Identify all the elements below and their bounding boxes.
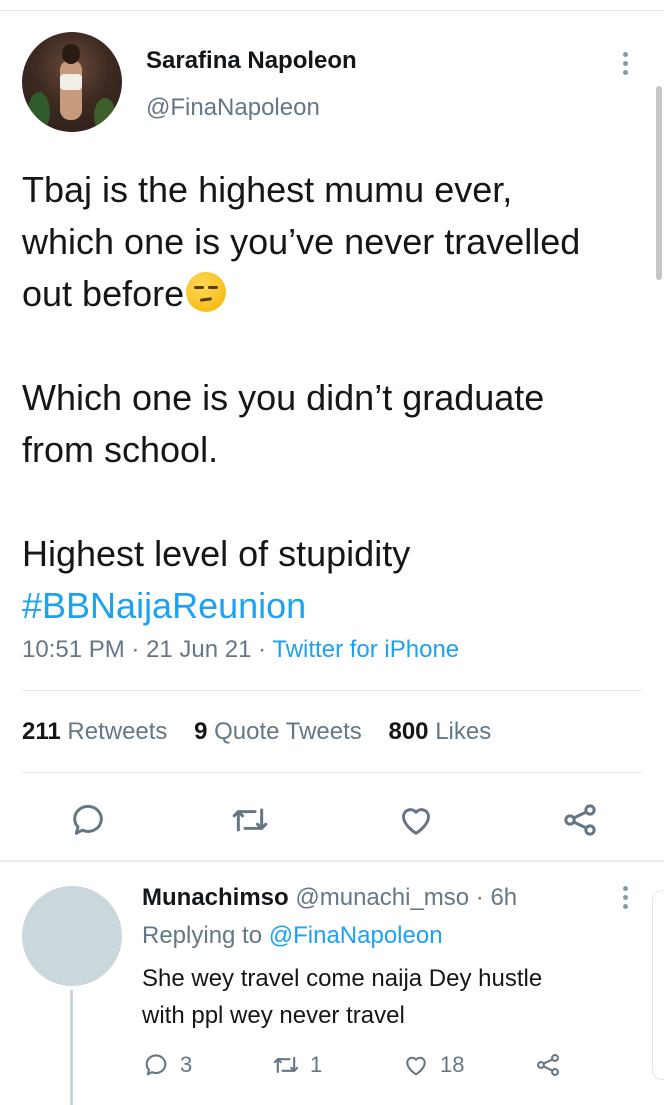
replying-to-mention[interactable]: @FinaNapoleon	[269, 922, 443, 949]
likes-stat[interactable]: 800 Likes	[388, 718, 491, 745]
reply-time: · 6h	[475, 884, 518, 911]
like-count: 18	[440, 1052, 465, 1077]
more-options-icon[interactable]	[618, 50, 634, 78]
tweet-source-link[interactable]: Twitter for iPhone	[272, 636, 459, 663]
thread-line	[70, 990, 73, 1105]
edge-panel	[652, 890, 664, 1080]
share-icon	[537, 1054, 559, 1076]
retweets-stat[interactable]: 211 Retweets	[22, 718, 167, 745]
tweet-time: 10:51 PM	[22, 636, 125, 663]
divider	[22, 772, 642, 773]
retweet-icon	[273, 1056, 299, 1074]
reply-count: 3	[180, 1052, 193, 1077]
section-divider	[0, 860, 664, 862]
reply-text: She wey travel come naija Dey hustle wit…	[142, 960, 542, 1034]
share-icon[interactable]	[560, 800, 600, 840]
reply-icon[interactable]	[68, 800, 108, 840]
retweet-icon[interactable]	[230, 800, 270, 840]
divider	[22, 690, 642, 691]
retweet-count: 1	[310, 1052, 323, 1077]
reply-like-button[interactable]: 18	[402, 1050, 464, 1080]
reply-retweet-button[interactable]: 1	[272, 1050, 322, 1080]
unamused-face-icon	[186, 272, 227, 312]
reply-author-name[interactable]: Munachimso	[142, 884, 289, 911]
like-icon	[406, 1056, 426, 1076]
reply-header: Munachimso @munachi_mso · 6h	[142, 884, 517, 912]
author-avatar[interactable]	[22, 32, 122, 132]
reply-reply-button[interactable]: 3	[142, 1050, 192, 1080]
hashtag-link[interactable]: #BBNaijaReunion	[22, 580, 652, 632]
tweet-line: Which one is you didn’t graduate	[22, 377, 545, 418]
tweet-line: out before	[22, 268, 652, 320]
tweet-stats: 211 Retweets 9 Quote Tweets 800 Likes	[22, 718, 511, 746]
tweet-metadata: 10:51 PM · 21 Jun 21 · Twitter for iPhon…	[22, 636, 460, 663]
tweet-line: which one is you’ve never travelled	[22, 221, 581, 262]
reply-author-handle[interactable]: @munachi_mso	[295, 884, 469, 911]
reply-author-avatar[interactable]	[22, 886, 122, 986]
tweet-line: from school.	[22, 429, 219, 470]
top-divider	[0, 10, 664, 11]
reply-line: She wey travel come naija Dey hustle	[142, 965, 543, 992]
tweet-line: Tbaj is the highest mumu ever,	[22, 169, 513, 210]
author-handle[interactable]: @FinaNapoleon	[146, 94, 320, 122]
tweet-date: 21 Jun 21	[146, 636, 252, 663]
replying-to: Replying to @FinaNapoleon	[142, 922, 443, 949]
reply-share-button[interactable]	[534, 1050, 562, 1080]
author-name[interactable]: Sarafina Napoleon	[146, 47, 357, 75]
reply-line: with ppl wey never travel	[142, 1002, 405, 1029]
like-icon[interactable]	[396, 800, 436, 840]
tweet-line: Highest level of stupidity	[22, 533, 411, 574]
reply-more-options-icon[interactable]	[618, 884, 634, 912]
reply-icon	[145, 1054, 167, 1076]
quote-tweets-stat[interactable]: 9 Quote Tweets	[194, 718, 362, 745]
tweet-text: Tbaj is the highest mumu ever, which one…	[22, 164, 652, 632]
scrollbar[interactable]	[656, 86, 662, 280]
